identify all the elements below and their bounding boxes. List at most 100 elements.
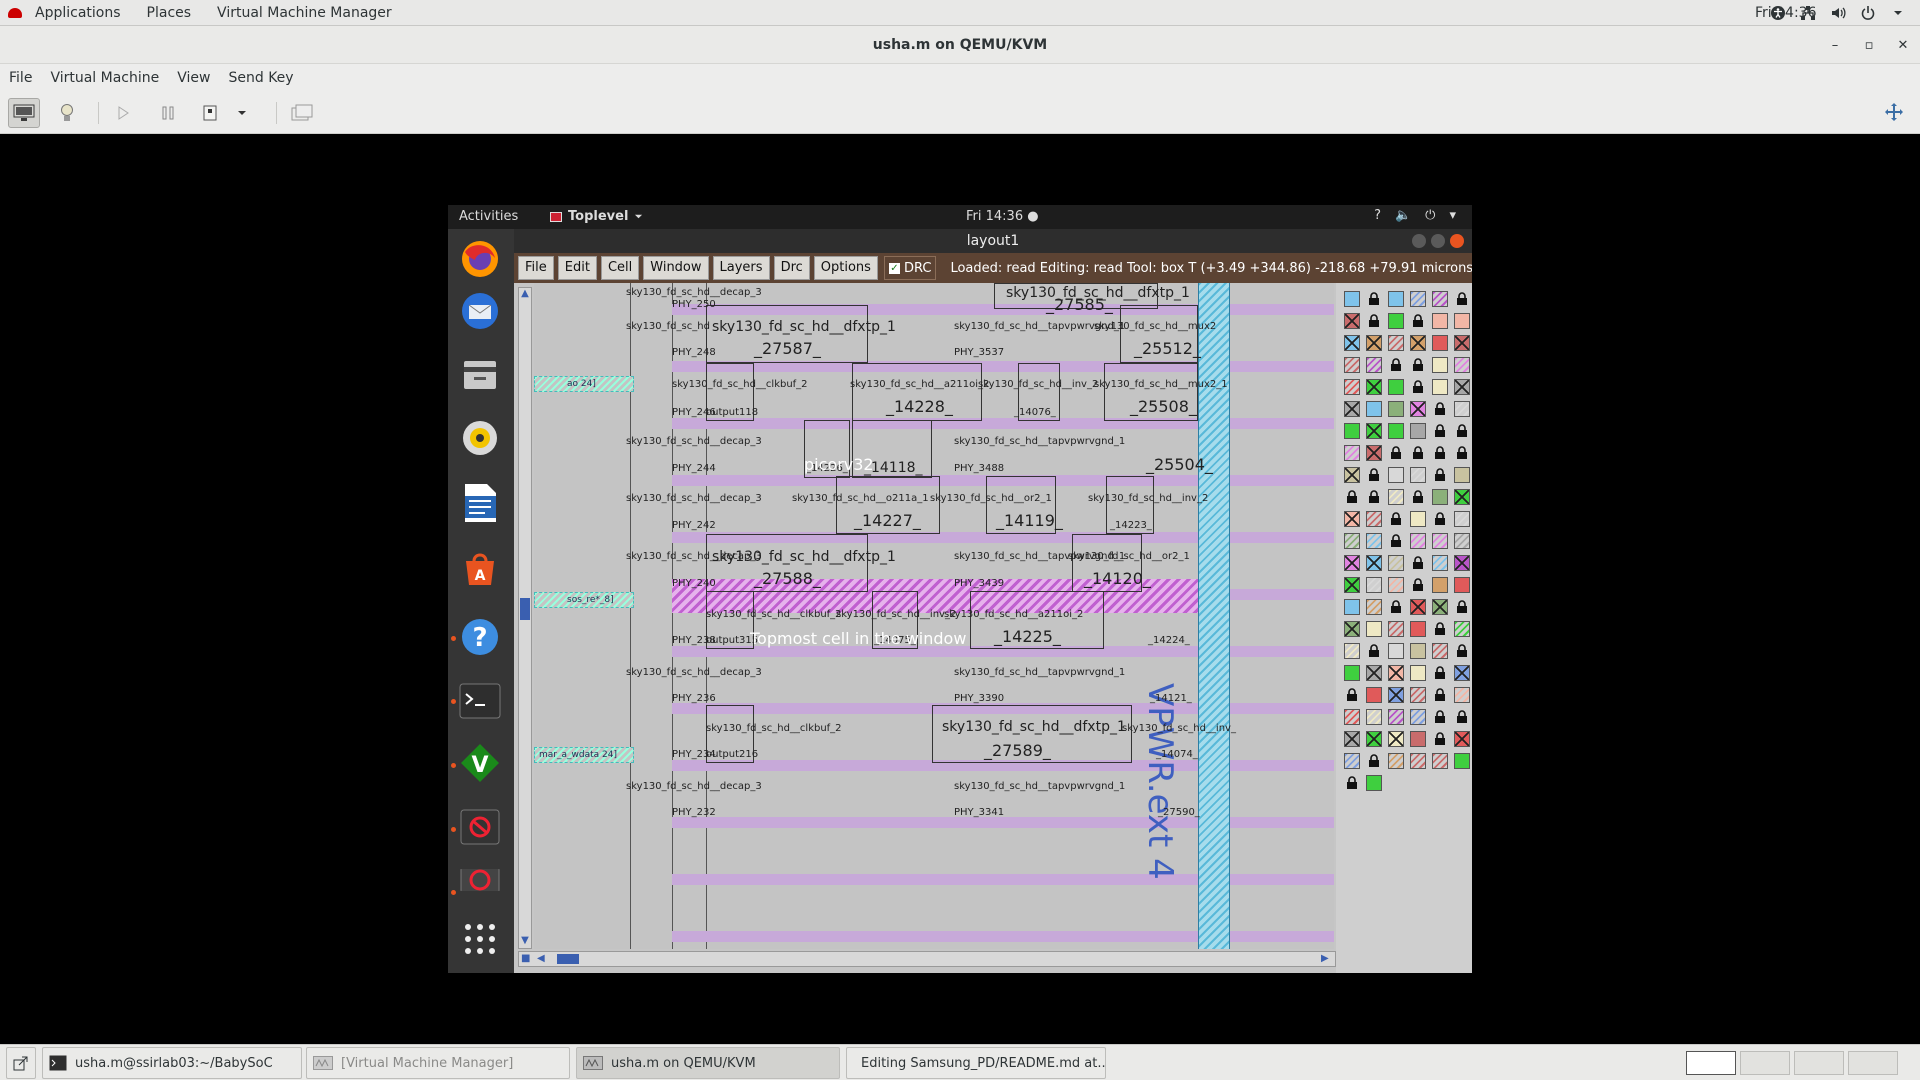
- layer-swatch[interactable]: [1454, 687, 1470, 703]
- layer-swatch[interactable]: [1344, 291, 1360, 307]
- lock-icon[interactable]: [1432, 709, 1448, 725]
- layer-swatch[interactable]: [1454, 753, 1470, 769]
- guest-toplevel-menu[interactable]: Toplevel: [550, 209, 643, 224]
- layer-swatch[interactable]: [1366, 687, 1382, 703]
- software-center-icon[interactable]: A: [456, 545, 504, 593]
- maximize-button[interactable]: [1431, 234, 1445, 248]
- layer-swatch[interactable]: [1344, 511, 1360, 527]
- layer-swatch[interactable]: [1432, 379, 1448, 395]
- taskbar-item-qemu[interactable]: usha.m on QEMU/KVM: [576, 1047, 840, 1079]
- layer-swatch[interactable]: [1344, 753, 1360, 769]
- lock-icon[interactable]: [1410, 357, 1426, 373]
- layer-swatch[interactable]: [1410, 599, 1426, 615]
- lock-icon[interactable]: [1388, 533, 1404, 549]
- layer-swatch[interactable]: [1388, 665, 1404, 681]
- shutdown-menu-button[interactable]: [232, 98, 252, 128]
- taskbar-item-firefox[interactable]: Editing Samsung_PD/README.md at...: [846, 1047, 1106, 1079]
- lock-icon[interactable]: [1454, 423, 1470, 439]
- layout-viewport[interactable]: VPWR.ext 4 ao 24] sos_re*_8] mar_a_wdata…: [534, 283, 1334, 949]
- volume-icon[interactable]: 🔈: [1395, 208, 1411, 223]
- layer-swatch[interactable]: [1454, 313, 1470, 329]
- layer-swatch[interactable]: [1410, 753, 1426, 769]
- layer-swatch[interactable]: [1454, 357, 1470, 373]
- layer-swatch[interactable]: [1366, 599, 1382, 615]
- vmm-app-menu[interactable]: Virtual Machine Manager: [204, 0, 405, 26]
- network-icon[interactable]: [1800, 5, 1816, 21]
- layer-swatch[interactable]: [1366, 335, 1382, 351]
- lock-icon[interactable]: [1388, 357, 1404, 373]
- console-view-button[interactable]: [8, 98, 40, 128]
- layer-swatch[interactable]: [1366, 577, 1382, 593]
- layer-swatch[interactable]: [1432, 599, 1448, 615]
- layer-swatch[interactable]: [1388, 291, 1404, 307]
- layer-swatch[interactable]: [1366, 401, 1382, 417]
- taskbar-item-terminal[interactable]: usha.m@ssirlab03:~/BabySoC: [42, 1047, 302, 1079]
- magic-menu-options[interactable]: Options: [813, 256, 878, 280]
- chevron-down-icon[interactable]: ▾: [1449, 208, 1456, 223]
- layer-swatch[interactable]: [1366, 379, 1382, 395]
- magic-menu-file[interactable]: File: [518, 256, 554, 280]
- lock-icon[interactable]: [1366, 467, 1382, 483]
- lock-icon[interactable]: [1454, 709, 1470, 725]
- lock-icon[interactable]: [1410, 379, 1426, 395]
- layer-swatch[interactable]: [1344, 709, 1360, 725]
- horizontal-scroll-thumb[interactable]: [557, 954, 579, 964]
- horizontal-scrollbar[interactable]: ■ ◀ ▶: [518, 951, 1336, 967]
- lock-icon[interactable]: [1366, 643, 1382, 659]
- partial-app-icon[interactable]: [456, 869, 504, 891]
- terminal-icon[interactable]: [456, 677, 504, 725]
- lock-icon[interactable]: [1432, 401, 1448, 417]
- close-button[interactable]: [1450, 234, 1464, 248]
- chevron-down-icon[interactable]: [1890, 5, 1906, 21]
- scroll-left-arrow-icon[interactable]: ■: [521, 953, 530, 964]
- layer-swatch[interactable]: [1366, 709, 1382, 725]
- layer-swatch[interactable]: [1410, 621, 1426, 637]
- workspace-4[interactable]: [1848, 1051, 1898, 1075]
- layer-swatch[interactable]: [1454, 577, 1470, 593]
- layer-swatch[interactable]: [1388, 753, 1404, 769]
- layer-swatch[interactable]: [1366, 731, 1382, 747]
- layer-swatch[interactable]: [1454, 665, 1470, 681]
- minimize-button[interactable]: [1412, 234, 1426, 248]
- layer-swatch[interactable]: [1344, 335, 1360, 351]
- layer-swatch[interactable]: [1454, 511, 1470, 527]
- layer-swatch[interactable]: [1432, 489, 1448, 505]
- layer-swatch[interactable]: [1454, 335, 1470, 351]
- layer-swatch[interactable]: [1344, 731, 1360, 747]
- minimize-button[interactable]: –: [1818, 38, 1852, 53]
- layer-swatch[interactable]: [1410, 731, 1426, 747]
- lock-icon[interactable]: [1410, 489, 1426, 505]
- pin-label[interactable]: sos_re*_8]: [534, 592, 634, 608]
- layer-swatch[interactable]: [1388, 467, 1404, 483]
- lock-icon[interactable]: [1344, 489, 1360, 505]
- pin-label[interactable]: ao 24]: [534, 376, 634, 392]
- layer-swatch[interactable]: [1344, 621, 1360, 637]
- lock-icon[interactable]: [1344, 687, 1360, 703]
- layer-swatch[interactable]: [1432, 335, 1448, 351]
- lock-icon[interactable]: [1366, 313, 1382, 329]
- layer-swatch[interactable]: [1344, 599, 1360, 615]
- lock-icon[interactable]: [1366, 753, 1382, 769]
- layer-swatch[interactable]: [1344, 445, 1360, 461]
- show-applications-icon[interactable]: [456, 915, 504, 963]
- lock-icon[interactable]: [1432, 467, 1448, 483]
- layer-swatch[interactable]: [1432, 313, 1448, 329]
- layer-swatch[interactable]: [1344, 467, 1360, 483]
- layer-swatch[interactable]: [1388, 335, 1404, 351]
- layer-swatch[interactable]: [1454, 731, 1470, 747]
- layer-swatch[interactable]: [1454, 379, 1470, 395]
- layer-swatch[interactable]: [1366, 555, 1382, 571]
- magic-menu-drc[interactable]: Drc: [773, 256, 810, 280]
- layer-swatch[interactable]: [1344, 423, 1360, 439]
- scroll-up-arrow-icon[interactable]: ▲: [520, 289, 530, 299]
- layer-swatch[interactable]: [1344, 533, 1360, 549]
- snapshots-button[interactable]: [286, 98, 318, 128]
- magic-menu-cell[interactable]: Cell: [600, 256, 640, 280]
- lock-icon[interactable]: [1410, 445, 1426, 461]
- guest-desktop[interactable]: Activities Toplevel Fri 14:36 ● ? 🔈 ⏻ ▾: [448, 205, 1472, 973]
- power-icon[interactable]: [1860, 5, 1876, 21]
- menu-send-key[interactable]: Send Key: [219, 70, 302, 86]
- layer-swatch[interactable]: [1344, 357, 1360, 373]
- layer-swatch[interactable]: [1454, 533, 1470, 549]
- files-icon[interactable]: [456, 351, 504, 399]
